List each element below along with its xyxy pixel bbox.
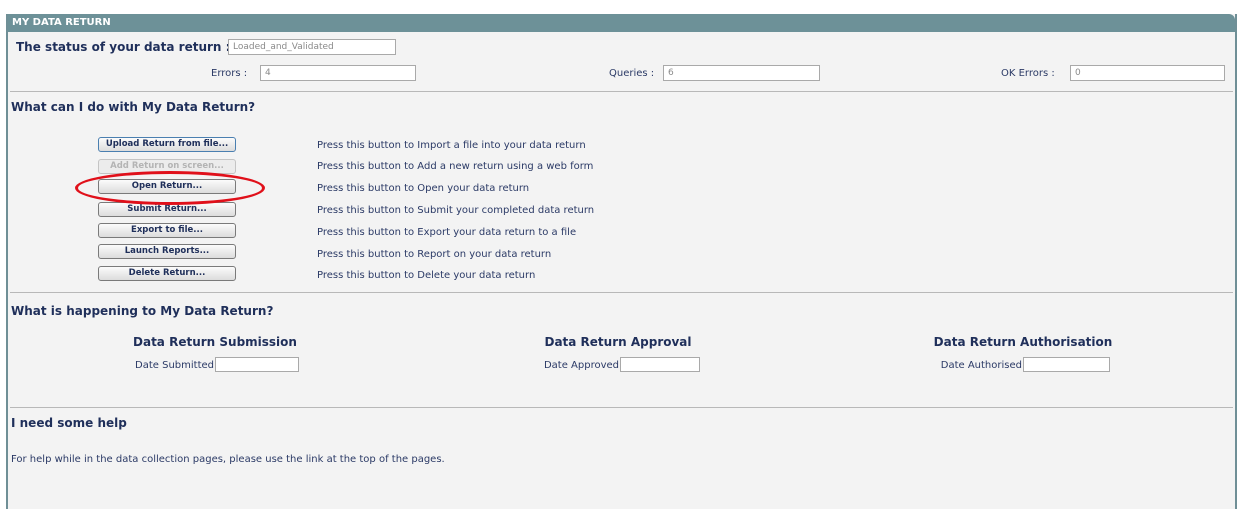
upload-return-button[interactable]: Upload Return from file... (98, 137, 236, 152)
errors-label: Errors : (211, 68, 248, 79)
submit-return-button[interactable]: Submit Return... (98, 202, 236, 217)
status-label: The status of your data return : (16, 40, 231, 54)
happening-heading: What is happening to My Data Return? (11, 304, 274, 318)
upload-return-description: Press this button to Import a file into … (317, 140, 586, 151)
date-submitted-field[interactable] (215, 357, 299, 372)
approval-title: Data Return Approval (544, 335, 692, 349)
divider (10, 91, 1233, 92)
delete-return-description: Press this button to Delete your data re… (317, 270, 536, 281)
date-submitted-label: Date Submitted (135, 360, 214, 371)
ok-errors-label: OK Errors : (1001, 68, 1055, 79)
open-return-description: Press this button to Open your data retu… (317, 183, 530, 194)
submit-return-description: Press this button to Submit your complet… (317, 205, 595, 216)
open-return-button[interactable]: Open Return... (98, 179, 236, 194)
panel-title: MY DATA RETURN (8, 14, 1235, 32)
queries-label: Queries : (609, 68, 655, 79)
delete-return-button[interactable]: Delete Return... (98, 266, 236, 281)
queries-field[interactable]: 6 (663, 65, 820, 81)
status-field[interactable]: Loaded_and_Validated (228, 39, 396, 55)
date-approved-label: Date Approved (543, 360, 619, 371)
help-heading: I need some help (11, 416, 127, 430)
authorisation-title: Data Return Authorisation (933, 335, 1113, 349)
submission-title: Data Return Submission (133, 335, 297, 349)
date-authorised-label: Date Authorised (940, 360, 1022, 371)
data-return-panel: MY DATA RETURN The status of your data r… (6, 14, 1237, 509)
ok-errors-field[interactable]: 0 (1070, 65, 1225, 81)
launch-reports-description: Press this button to Report on your data… (317, 249, 552, 260)
errors-field[interactable]: 4 (260, 65, 416, 81)
export-to-file-description: Press this button to Export your data re… (317, 227, 577, 238)
date-authorised-field[interactable] (1023, 357, 1110, 372)
export-to-file-button[interactable]: Export to file... (98, 223, 236, 238)
divider (10, 407, 1233, 408)
add-return-button[interactable]: Add Return on screen... (98, 159, 236, 174)
help-text: For help while in the data collection pa… (11, 454, 445, 465)
launch-reports-button[interactable]: Launch Reports... (98, 244, 236, 259)
add-return-description: Press this button to Add a new return us… (317, 161, 594, 172)
date-approved-field[interactable] (620, 357, 700, 372)
divider (10, 292, 1233, 293)
actions-heading: What can I do with My Data Return? (11, 100, 256, 114)
